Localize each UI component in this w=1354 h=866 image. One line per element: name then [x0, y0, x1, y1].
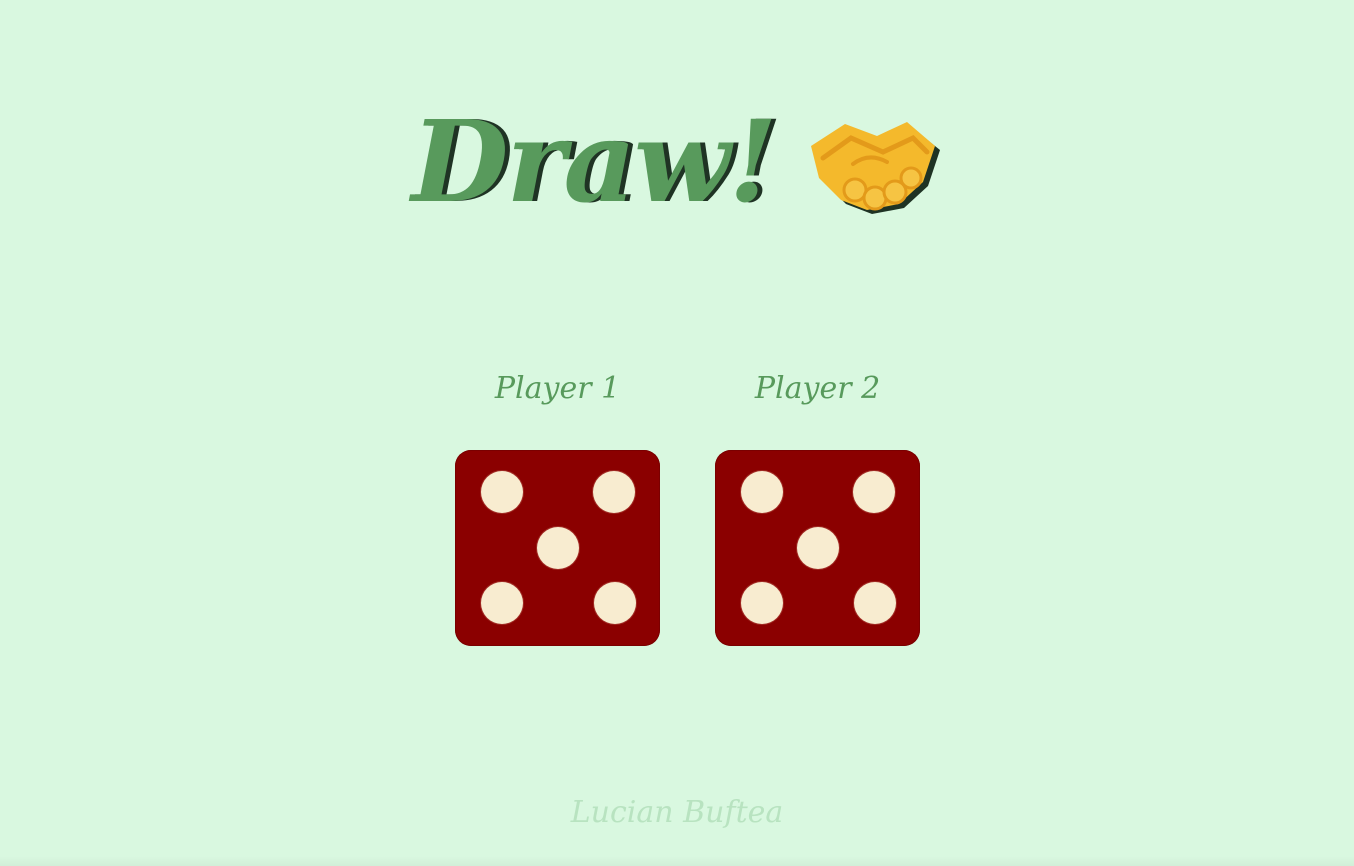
player-1-label: Player 1: [494, 371, 621, 406]
player-1-panel: Player 1: [455, 360, 660, 646]
player-1-die: [455, 450, 660, 646]
handshake-icon: [810, 122, 940, 214]
result-heading: Draw!: [0, 88, 1354, 238]
die-pip: [741, 471, 783, 513]
author-credit: Lucian Buftea: [570, 795, 784, 830]
player-2-label: Player 2: [754, 371, 881, 406]
die-pip: [481, 471, 523, 513]
die-pip: [593, 471, 635, 513]
die-pip: [797, 527, 839, 569]
die-pip: [594, 582, 636, 624]
result-title: Draw!: [411, 97, 777, 228]
die-pip: [853, 471, 895, 513]
bottom-divider: [0, 856, 1354, 866]
player-2-panel: Player 2: [715, 360, 920, 646]
player-2-die: [715, 450, 920, 646]
die-pip: [537, 527, 579, 569]
die-pip: [481, 582, 523, 624]
die-pip: [854, 582, 896, 624]
die-pip: [741, 582, 783, 624]
